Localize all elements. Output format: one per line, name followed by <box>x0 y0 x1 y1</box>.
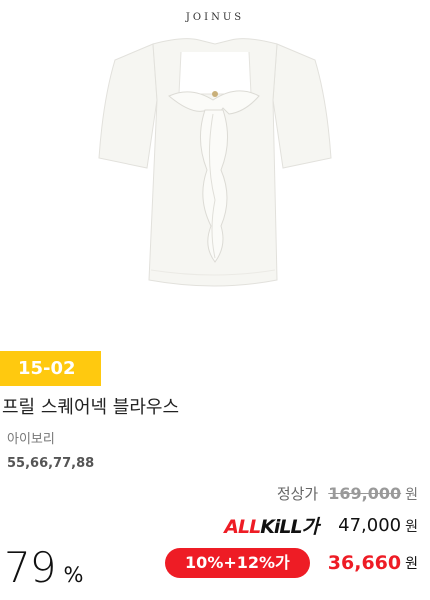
promo-badge: 15-02 <box>0 351 101 386</box>
product-image[interactable] <box>95 30 335 290</box>
discount-rate-number: 79 <box>4 543 56 592</box>
allkill-price-row: ALLKiLL가 47,000 원 <box>224 512 418 539</box>
allkill-logo-suffix: KiLL가 <box>260 516 319 538</box>
allkill-price: 47,000 <box>338 515 402 536</box>
brand-logo: JOINUS <box>185 12 245 23</box>
percent-sign: % <box>63 563 84 587</box>
product-color: 아이보리 <box>7 432 55 447</box>
allkill-logo: ALLKiLL가 <box>224 512 319 539</box>
final-price-row: 10%+12%가 36,660 원 <box>165 548 418 578</box>
product-sizes: 55,66,77,88 <box>7 456 95 471</box>
coupon-discount-badge[interactable]: 10%+12%가 <box>165 548 310 578</box>
discount-rate: 79% <box>4 543 83 592</box>
regular-price-label: 정상가 <box>276 485 319 503</box>
currency-unit: 원 <box>405 518 418 535</box>
regular-price: 169,000 <box>328 484 402 503</box>
currency-unit: 원 <box>405 486 418 503</box>
product-image-area[interactable]: JOINUS <box>0 0 430 345</box>
final-price: 36,660 <box>327 552 402 574</box>
product-card[interactable]: JOINUS 15-02 프릴 스퀘어넥 블라우스 아이보리 55,66,77,… <box>0 0 430 600</box>
regular-price-row: 정상가 169,000 원 <box>277 483 418 504</box>
currency-unit: 원 <box>405 556 418 572</box>
allkill-logo-prefix: ALL <box>224 516 261 538</box>
product-name[interactable]: 프릴 스퀘어넥 블라우스 <box>2 393 179 419</box>
